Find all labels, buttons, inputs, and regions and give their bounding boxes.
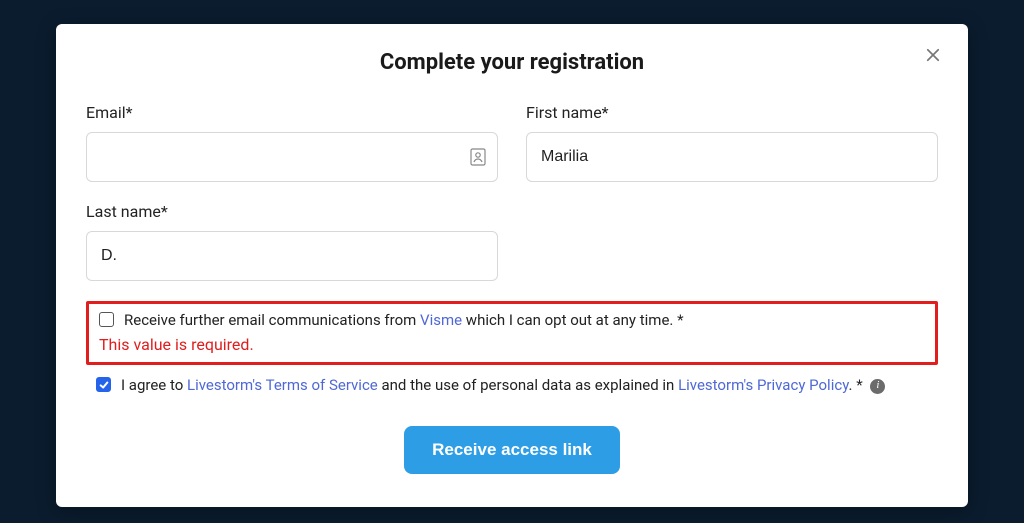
registration-modal: Complete your registration Email* First … <box>56 24 968 507</box>
info-icon[interactable]: i <box>870 379 885 394</box>
email-field-group: Email* <box>86 103 498 182</box>
consent-terms-mid: and the use of personal data as explaine… <box>378 376 678 394</box>
first-name-field-group: First name* <box>526 103 938 182</box>
consent-terms-post: . * <box>849 376 867 394</box>
consent-email-checkbox[interactable] <box>99 312 114 327</box>
close-icon[interactable] <box>924 46 942 64</box>
email-field[interactable] <box>86 132 498 182</box>
first-name-field[interactable] <box>526 132 938 182</box>
consent-email-pre: Receive further email communications fro… <box>124 311 420 329</box>
consent-email-error-box: Receive further email communications fro… <box>86 301 938 365</box>
tos-link[interactable]: Livestorm's Terms of Service <box>187 376 378 394</box>
first-name-label: First name* <box>526 103 938 122</box>
contact-card-icon <box>470 148 486 166</box>
consent-email-post: which I can opt out at any time. * <box>462 311 683 329</box>
email-label: Email* <box>86 103 498 122</box>
consent-email-text: Receive further email communications fro… <box>124 310 684 331</box>
privacy-link[interactable]: Livestorm's Privacy Policy <box>678 376 848 394</box>
consent-terms-pre: I agree to <box>121 376 187 394</box>
modal-title: Complete your registration <box>86 50 938 75</box>
receive-access-link-button[interactable]: Receive access link <box>404 426 620 474</box>
last-name-field-group: Last name* <box>86 202 498 281</box>
last-name-label: Last name* <box>86 202 498 221</box>
consent-terms-checkbox[interactable] <box>96 377 111 392</box>
last-name-field[interactable] <box>86 231 498 281</box>
consent-email-error: This value is required. <box>99 335 925 354</box>
brand-link[interactable]: Visme <box>420 311 462 329</box>
consent-terms-text: I agree to Livestorm's Terms of Service … <box>121 375 885 396</box>
